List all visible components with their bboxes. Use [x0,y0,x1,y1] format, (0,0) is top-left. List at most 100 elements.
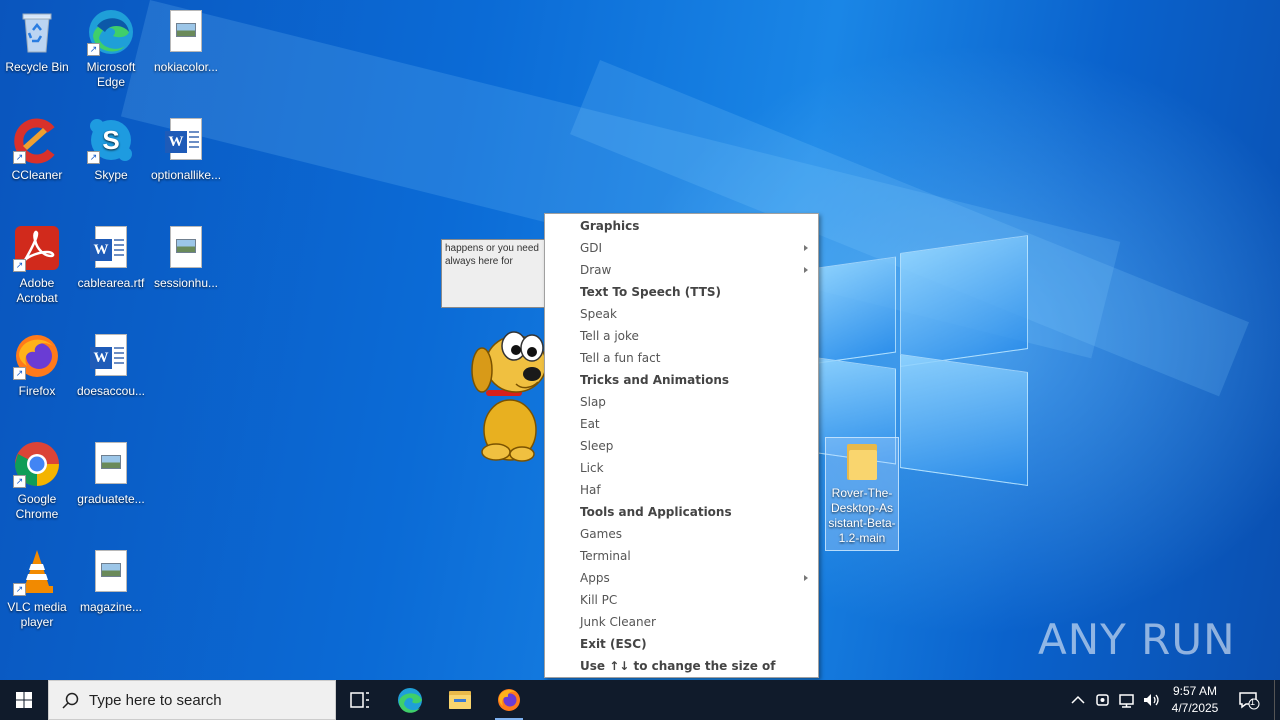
menu-item-eat[interactable]: Eat [545,413,818,435]
taskbar-clock[interactable]: 9:57 AM 4/7/2025 [1162,683,1228,717]
menu-item-label: Draw [580,263,612,277]
edge-icon: ↗ [87,8,135,56]
menu-item-junk-cleaner[interactable]: Junk Cleaner [545,611,818,633]
icon-label: magazine... [79,600,143,614]
desktop-icon-graduatete[interactable]: graduatete... [74,440,148,507]
shortcut-arrow-icon: ↗ [13,475,26,488]
windows-logo-pane [900,235,1028,367]
desktop-icon-cablearea[interactable]: W cablearea.rtf [74,224,148,291]
desktop-icon-sessionhu[interactable]: sessionhu... [149,224,223,291]
icon-label: Skype [94,168,128,182]
search-icon [62,692,79,709]
action-center-icon[interactable]: 1 [1238,690,1260,710]
menu-item-tell-a-fun-fact[interactable]: Tell a fun fact [545,347,818,369]
menu-item-label: Apps [580,571,610,585]
show-hidden-icons-chevron-icon[interactable] [1068,690,1088,710]
desktop-icon-edge[interactable]: ↗ Microsoft Edge [74,8,148,90]
menu-header-graphics: Graphics [545,215,818,237]
menu-item-speak[interactable]: Speak [545,303,818,325]
word-document-icon: W [162,116,210,164]
menu-header-use-to-change-the-size-of-rover[interactable]: Use ↑↓ to change the size of Rover [545,655,818,695]
icon-label: CCleaner [11,168,63,182]
watermark-text: ANY RUN [1038,615,1236,664]
desktop-icon-adobe-acrobat[interactable]: ↗ Adobe Acrobat [0,224,74,306]
desktop-icon-doesaccou[interactable]: W doesaccou... [74,332,148,399]
icon-label: Microsoft Edge [86,60,136,89]
menu-item-apps[interactable]: Apps [545,567,818,589]
shortcut-arrow-icon: ↗ [87,43,100,56]
windows-start-icon [16,692,32,708]
icon-label: Recycle Bin [5,60,69,74]
menu-header-text-to-speech-tts: Text To Speech (TTS) [545,281,818,303]
task-view-button[interactable] [336,680,384,720]
image-file-icon [162,8,210,56]
desktop-icon-vlc[interactable]: ↗ VLC media player [0,548,74,630]
menu-item-tell-a-joke[interactable]: Tell a joke [545,325,818,347]
word-document-icon: W [87,332,135,380]
menu-item-kill-pc[interactable]: Kill PC [545,589,818,611]
desktop-icon-recycle-bin[interactable]: Recycle Bin [0,8,74,75]
clock-date: 4/7/2025 [1171,701,1219,715]
submenu-arrow-icon [804,575,808,581]
menu-item-label: Lick [580,461,604,475]
windows-logo-pane [900,354,1028,486]
file-explorer-icon [449,691,471,709]
taskbar-file-explorer-button[interactable] [436,680,484,720]
menu-item-terminal[interactable]: Terminal [545,545,818,567]
menu-item-slap[interactable]: Slap [545,391,818,413]
svg-text:S: S [102,125,119,155]
skype-icon: S ↗ [87,116,135,164]
rover-speech-bubble: happens or you need always here for [441,239,551,308]
desktop-icon-ccleaner[interactable]: ↗ CCleaner [0,116,74,183]
submenu-arrow-icon [804,267,808,273]
meet-now-icon[interactable] [1093,690,1113,710]
menu-item-label: Junk Cleaner [580,615,656,629]
icon-label: sessionhu... [153,276,219,290]
menu-item-gdi[interactable]: GDI [545,237,818,259]
show-desktop-button[interactable] [1274,680,1280,720]
desktop-icon-optionallike[interactable]: W optionallike... [149,116,223,183]
desktop-icon-magazine[interactable]: magazine... [74,548,148,615]
menu-item-label: Tools and Applications [580,505,732,519]
shortcut-arrow-icon: ↗ [13,151,26,164]
menu-header-exit-esc[interactable]: Exit (ESC) [545,633,818,655]
icon-label: graduatete... [77,492,145,506]
desktop-folder-rover[interactable]: Rover-The-Desktop-Assistant-Beta-1.2-mai… [825,437,899,551]
icon-label: Adobe Acrobat [16,276,58,305]
menu-item-lick[interactable]: Lick [545,457,818,479]
icon-label: Firefox [18,384,56,398]
menu-item-draw[interactable]: Draw [545,259,818,281]
notification-count: 1 [1250,697,1256,707]
anyrun-watermark: ANY RUN [1038,610,1238,670]
rover-context-menu[interactable]: Graphics GDI Draw Text To Speech (TTS) Speak… [544,213,819,695]
desktop-icon-skype[interactable]: S ↗ Skype [74,116,148,183]
desktop-icon-nokiacolor[interactable]: nokiacolor... [149,8,223,75]
start-button[interactable] [0,680,48,720]
menu-item-label: Eat [580,417,600,431]
acrobat-icon: ↗ [13,224,61,272]
network-icon[interactable] [1117,690,1137,710]
taskbar-firefox-button[interactable] [485,680,533,720]
taskbar-edge-button[interactable] [386,680,434,720]
vlc-icon: ↗ [13,548,61,596]
icon-label: nokiacolor... [153,60,219,74]
icon-label: doesaccou... [76,384,146,398]
menu-item-sleep[interactable]: Sleep [545,435,818,457]
firefox-icon: ↗ [13,332,61,380]
desktop-icon-google-chrome[interactable]: ↗ Google Chrome [0,440,74,522]
rover-dog-assistant[interactable] [466,330,550,464]
image-file-icon [87,440,135,488]
menu-item-games[interactable]: Games [545,523,818,545]
image-file-icon [162,224,210,272]
folder-icon [847,444,877,480]
menu-item-label: Speak [580,307,617,321]
menu-item-label: Terminal [580,549,631,563]
menu-header-tricks-and-animations: Tricks and Animations [545,369,818,391]
desktop-icon-firefox[interactable]: ↗ Firefox [0,332,74,399]
icon-label: optionallike... [151,168,222,182]
menu-item-haf[interactable]: Haf [545,479,818,501]
taskbar-search-box[interactable]: Type here to search [48,680,336,720]
menu-item-label: Graphics [580,219,640,233]
volume-icon[interactable] [1141,690,1161,710]
menu-item-label: Kill PC [580,593,618,607]
